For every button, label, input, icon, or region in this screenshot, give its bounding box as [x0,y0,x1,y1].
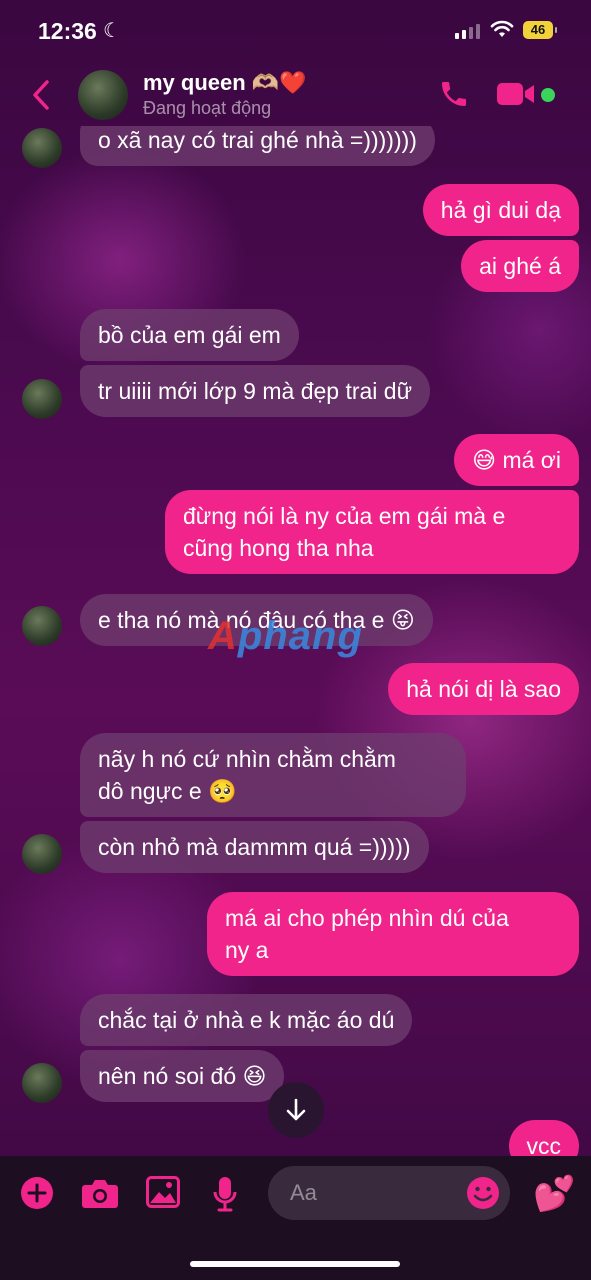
message-outgoing[interactable]: vcc [508,1120,579,1156]
video-call-icon[interactable] [496,80,536,108]
contact-name[interactable]: my queen 🫶🏼❤️ [143,70,307,96]
watermark-logo: Aphang [208,614,363,659]
watermark-part: phang [237,614,363,658]
cellular-signal-icon [455,24,480,39]
online-indicator [541,88,555,102]
sender-avatar[interactable] [22,834,62,874]
message-line: cũng hong tha nha [183,535,374,561]
message-line: dô ngực e 🥺 [98,778,237,804]
battery-indicator: 46 [523,21,557,39]
emoji-smiley-icon[interactable] [466,1176,500,1210]
message-incoming[interactable]: nãy h nó cứ nhìn chằm chằm dô ngực e 🥺 [80,733,466,817]
message-incoming[interactable]: o xã nay có trai ghé nhà =))))))) [80,126,435,166]
message-list[interactable]: o xã nay có trai ghé nhà =))))))) hả gì … [0,126,591,1156]
add-plus-icon[interactable] [20,1176,54,1210]
presence-status: Đang hoạt động [143,98,272,118]
message-outgoing[interactable]: ai ghé á [461,240,579,292]
quick-reaction-heart-button[interactable]: 💕 [533,1174,575,1214]
message-incoming[interactable]: nên nó soi đó 😆 [80,1050,285,1102]
message-incoming[interactable]: tr uiiii mới lớp 9 mà đẹp trai dữ [80,365,430,417]
arrow-down-icon [286,1098,306,1121]
message-line: ny a [225,937,269,963]
message-incoming[interactable]: bồ của em gái em [80,309,299,361]
message-incoming[interactable]: chắc tại ở nhà e k mặc áo dú [80,994,413,1046]
sender-avatar[interactable] [22,606,62,646]
chat-header: my queen 🫶🏼❤️ Đang hoạt động [0,64,591,126]
status-time: 12:36 [38,18,97,44]
microphone-icon[interactable] [212,1176,238,1212]
phone-call-icon[interactable] [438,78,470,110]
message-line: má ai cho phép nhìn dú của [225,905,509,931]
back-arrow-icon[interactable] [30,78,52,112]
watermark-part: A [208,614,238,658]
message-line: nãy h nó cứ nhìn chằm chằm [98,746,396,772]
focus-moon-icon: ☾ [103,20,121,42]
message-incoming[interactable]: còn nhỏ mà dammm quá =))))) [80,821,429,873]
sender-avatar[interactable] [22,379,62,419]
camera-icon[interactable] [81,1176,119,1210]
wifi-icon [490,20,514,37]
sender-avatar[interactable] [22,128,62,168]
scroll-to-bottom-button[interactable] [268,1082,324,1138]
contact-avatar[interactable] [78,70,128,120]
sender-avatar[interactable] [22,1063,62,1103]
message-input-placeholder: Aa [290,1180,317,1205]
message-outgoing[interactable]: đừng nói là ny của em gái mà e cũng hong… [165,490,579,574]
home-indicator[interactable] [190,1261,400,1267]
message-line: đừng nói là ny của em gái mà e [183,503,506,529]
message-outgoing[interactable]: 😅 má ơi [454,434,579,486]
status-bar: 12:36 ☾ 46 [0,0,591,64]
gallery-image-icon[interactable] [146,1176,180,1208]
message-outgoing[interactable]: hả nói dị là sao [388,663,579,715]
message-input[interactable]: Aa [268,1166,510,1220]
message-outgoing[interactable]: má ai cho phép nhìn dú của ny a [207,892,579,976]
message-outgoing[interactable]: hả gì dui dạ [422,184,579,236]
